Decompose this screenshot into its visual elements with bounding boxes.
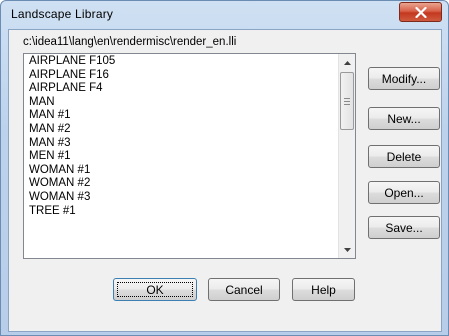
library-path-label: c:\idea11\lang\en\rendermisc\render_en.l… <box>23 36 237 48</box>
list-item[interactable]: AIRPLANE F4 <box>29 82 337 96</box>
ok-button[interactable]: OK <box>113 278 197 301</box>
window-title: Landscape Library <box>11 7 114 21</box>
ok-button-label: OK <box>146 282 164 297</box>
list-item[interactable]: AIRPLANE F105 <box>29 55 337 69</box>
arrow-up-icon <box>343 60 351 65</box>
vertical-scrollbar[interactable] <box>338 54 355 258</box>
new-button[interactable]: New... <box>368 107 440 130</box>
delete-button[interactable]: Delete <box>368 145 440 168</box>
list-items: AIRPLANE F105 AIRPLANE F16 AIRPLANE F4 MAN M… <box>29 55 337 218</box>
list-item[interactable]: AIRPLANE F16 <box>29 69 337 83</box>
cancel-button[interactable]: Cancel <box>208 278 280 301</box>
list-item[interactable]: WOMAN #2 <box>29 177 337 191</box>
title-bar[interactable]: Landscape Library <box>1 1 448 27</box>
landscape-listbox[interactable]: AIRPLANE F105 AIRPLANE F16 AIRPLANE F4 MAN M… <box>23 53 356 259</box>
list-item[interactable]: MAN #2 <box>29 123 337 137</box>
close-button[interactable] <box>399 2 442 22</box>
list-item[interactable]: MAN #3 <box>29 137 337 151</box>
save-button[interactable]: Save... <box>368 216 440 239</box>
list-item[interactable]: MEN #1 <box>29 150 337 164</box>
scroll-up-button[interactable] <box>339 54 355 71</box>
list-item[interactable]: WOMAN #3 <box>29 191 337 205</box>
arrow-down-icon <box>343 247 351 252</box>
thumb-grip-icon <box>344 96 350 107</box>
list-item[interactable]: MAN <box>29 96 337 110</box>
list-item[interactable]: WOMAN #1 <box>29 164 337 178</box>
scroll-thumb[interactable] <box>340 72 354 130</box>
help-button[interactable]: Help <box>292 278 355 301</box>
modify-button[interactable]: Modify... <box>368 67 440 90</box>
open-button[interactable]: Open... <box>368 181 440 204</box>
scroll-down-button[interactable] <box>339 241 355 258</box>
close-icon <box>414 6 427 18</box>
list-item[interactable]: MAN #1 <box>29 109 337 123</box>
list-item[interactable]: TREE #1 <box>29 205 337 219</box>
